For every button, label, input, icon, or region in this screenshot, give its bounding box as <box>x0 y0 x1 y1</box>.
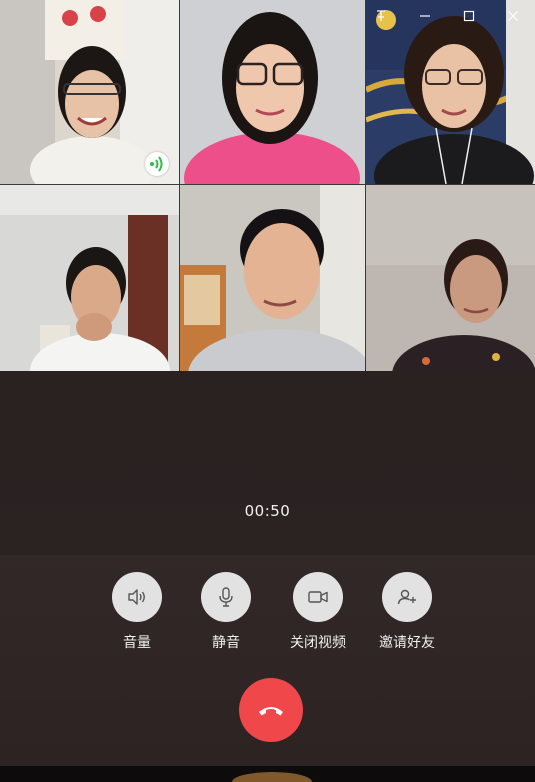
participant-video-6[interactable] <box>366 185 535 371</box>
minimize-icon <box>420 15 430 17</box>
camera-off-button[interactable]: 关闭视频 <box>273 572 363 652</box>
video-grid <box>0 0 535 371</box>
mute-button[interactable]: 静音 <box>181 572 271 652</box>
volume-icon <box>128 589 145 605</box>
close-icon <box>508 11 518 21</box>
maximize-icon <box>463 10 475 22</box>
participant-video-1[interactable] <box>0 0 179 184</box>
bottom-strip <box>0 766 535 782</box>
video-camera-icon <box>308 591 328 603</box>
invite-friend-button[interactable]: 邀请好友 <box>362 572 452 652</box>
invite-friend-label: 邀请好友 <box>379 635 435 651</box>
microphone-icon <box>219 587 233 607</box>
volume-button-circle[interactable] <box>112 572 162 622</box>
participant-video-5[interactable] <box>180 185 365 371</box>
window-controls <box>359 4 535 28</box>
pin-button[interactable] <box>359 4 403 28</box>
bottom-strip-glow <box>232 772 312 782</box>
volume-label: 音量 <box>123 635 151 651</box>
close-button[interactable] <box>491 4 535 28</box>
participant-video-2-frame <box>180 0 365 184</box>
hang-up-button[interactable] <box>239 678 303 742</box>
invite-friend-button-circle[interactable] <box>382 572 432 622</box>
call-duration: 00:50 <box>244 502 291 520</box>
mute-label: 静音 <box>212 635 240 651</box>
volume-button[interactable]: 音量 <box>92 572 182 652</box>
call-controls: 音量 静音 关闭视频 邀请好友 <box>0 572 535 662</box>
minimize-button[interactable] <box>403 4 447 28</box>
camera-off-button-circle[interactable] <box>293 572 343 622</box>
hang-up-phone-icon <box>259 707 283 716</box>
speaking-indicator <box>145 152 169 176</box>
participant-video-6-frame <box>366 185 535 371</box>
add-user-icon <box>397 589 416 605</box>
speaker-wave-icon <box>150 156 163 172</box>
participant-video-2[interactable] <box>180 0 365 184</box>
maximize-button[interactable] <box>447 4 491 28</box>
camera-off-label: 关闭视频 <box>290 635 346 651</box>
pin-icon <box>377 10 385 21</box>
video-call-window: 00:50 音量 静音 关闭视频 邀请好友 <box>0 0 535 782</box>
participant-video-4-frame <box>0 185 179 371</box>
participant-video-4[interactable] <box>0 185 179 371</box>
mute-button-circle[interactable] <box>201 572 251 622</box>
participant-video-5-frame <box>180 185 365 371</box>
